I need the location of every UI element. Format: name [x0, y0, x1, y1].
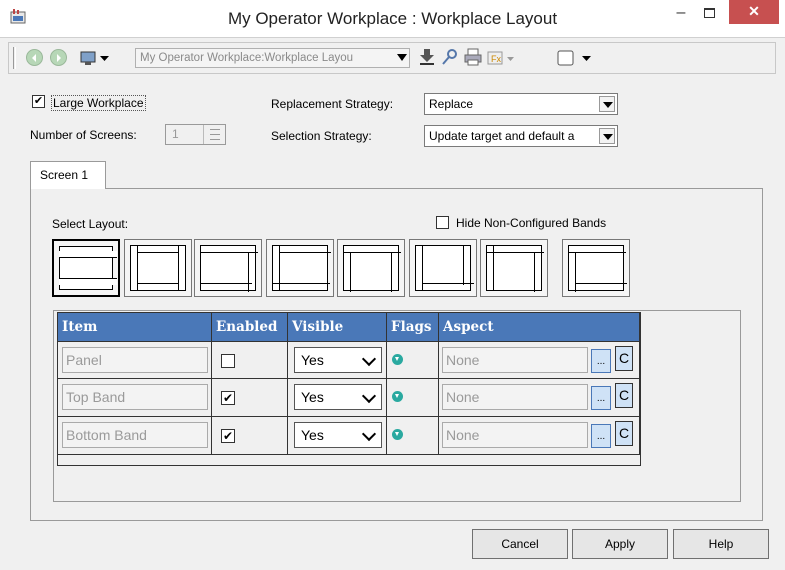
column-header-enabled: Enabled — [212, 313, 288, 341]
chevron-down-icon[interactable] — [397, 54, 407, 62]
tab-label: Screen 1 — [40, 168, 89, 182]
replacement-strategy-select[interactable]: Replace — [424, 93, 618, 115]
selection-strategy-value: Update target and default a — [429, 129, 575, 143]
selection-strategy-label: Selection Strategy: — [271, 129, 372, 143]
maximize-icon — [704, 8, 715, 18]
enabled-checkbox[interactable] — [221, 354, 235, 368]
band-grid: Item Enabled Visible Flags Aspect Panel … — [57, 312, 641, 466]
flag-icon[interactable] — [392, 354, 403, 365]
maximize-button[interactable] — [699, 4, 721, 26]
column-header-aspect: Aspect — [439, 313, 640, 341]
find-icon[interactable] — [441, 48, 459, 66]
layout-option-6[interactable] — [409, 239, 477, 297]
aspect-browse-button[interactable]: ... — [591, 424, 611, 448]
flag-icon[interactable] — [392, 391, 403, 402]
layout-option-2[interactable] — [124, 239, 192, 297]
toolbar-grip — [13, 47, 16, 69]
apply-button[interactable]: Apply — [572, 529, 668, 559]
tab-screen-1[interactable]: Screen 1 — [30, 161, 106, 189]
chevron-down-icon[interactable] — [100, 56, 109, 62]
enabled-checkbox[interactable]: ✔ — [221, 429, 235, 443]
spinner-arrows[interactable] — [203, 125, 225, 144]
toolbar: My Operator Workplace:Workplace Layou Fx — [8, 42, 776, 74]
column-header-item: Item — [58, 313, 212, 341]
layout-option-1[interactable] — [52, 239, 120, 297]
visible-select[interactable]: Yes — [294, 384, 382, 410]
select-layout-label: Select Layout: — [52, 217, 129, 231]
enabled-checkbox[interactable]: ✔ — [221, 391, 235, 405]
large-workplace-label: Large Workplace — [51, 95, 146, 111]
title-bar: My Operator Workplace : Workplace Layout… — [0, 0, 785, 38]
column-header-flags: Flags — [387, 313, 439, 341]
back-icon[interactable] — [26, 49, 43, 66]
column-header-visible: Visible — [288, 313, 387, 341]
aspect-clear-button[interactable]: C — [615, 383, 633, 408]
layout-option-5[interactable] — [337, 239, 405, 297]
layout-option-8[interactable] — [562, 239, 630, 297]
format-icon[interactable]: Fx — [487, 49, 505, 67]
layout-option-7[interactable] — [480, 239, 548, 297]
flag-icon[interactable] — [392, 429, 403, 440]
layout-option-4[interactable] — [266, 239, 334, 297]
forward-icon[interactable] — [50, 49, 67, 66]
workplace-icon[interactable] — [80, 49, 98, 67]
hide-non-configured-bands-label: Hide Non-Configured Bands — [456, 216, 607, 230]
aspect-clear-button[interactable]: C — [615, 421, 633, 446]
number-of-screens-value: 1 — [172, 127, 179, 141]
window-title: My Operator Workplace : Workplace Layout — [227, 9, 558, 28]
print-icon[interactable] — [464, 48, 482, 66]
replacement-strategy-value: Replace — [429, 97, 474, 111]
aspect-clear-button[interactable]: C — [615, 346, 633, 371]
path-combobox[interactable]: My Operator Workplace:Workplace Layou — [135, 48, 410, 68]
selection-strategy-select[interactable]: Update target and default a — [424, 125, 618, 147]
svg-text:Fx: Fx — [491, 54, 501, 64]
help-button[interactable]: Help — [673, 529, 769, 559]
aspect-field: None — [442, 384, 588, 410]
number-of-screens-spinner[interactable]: 1 — [165, 124, 226, 145]
visible-select[interactable]: Yes — [294, 422, 382, 448]
window-icon[interactable] — [557, 49, 575, 67]
cancel-button[interactable]: Cancel — [472, 529, 568, 559]
chevron-down-icon[interactable] — [507, 57, 514, 62]
large-workplace-checkbox[interactable]: ✔ — [32, 95, 45, 108]
aspect-field: None — [442, 347, 588, 373]
hide-non-configured-bands-checkbox[interactable] — [436, 216, 449, 229]
item-field: Top Band — [62, 384, 208, 410]
minimize-button[interactable]: – — [670, 4, 692, 26]
layout-option-3[interactable] — [194, 239, 262, 297]
table-row: Top Band ✔ Yes None ... C — [58, 378, 640, 416]
close-button[interactable]: ✕ — [729, 0, 779, 24]
replacement-strategy-label: Replacement Strategy: — [271, 97, 394, 111]
item-field: Bottom Band — [62, 422, 208, 448]
visible-select[interactable]: Yes — [294, 347, 382, 373]
table-row: Bottom Band ✔ Yes None ... C — [58, 416, 640, 465]
table-row: Panel Yes None ... C — [58, 341, 640, 378]
item-field: Panel — [62, 347, 208, 373]
aspect-browse-button[interactable]: ... — [591, 386, 611, 410]
aspect-browse-button[interactable]: ... — [591, 349, 611, 373]
number-of-screens-label: Number of Screens: — [30, 128, 137, 142]
chevron-down-icon — [599, 128, 615, 144]
aspect-field: None — [442, 422, 588, 448]
download-icon[interactable] — [418, 48, 436, 66]
chevron-down-icon[interactable] — [582, 56, 591, 62]
chevron-down-icon — [599, 96, 615, 112]
